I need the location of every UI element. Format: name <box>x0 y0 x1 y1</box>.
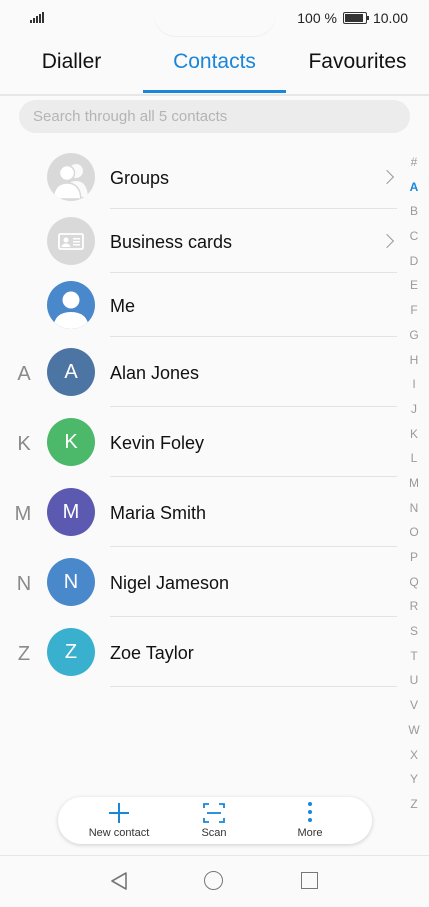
contact-row[interactable]: K K Kevin Foley <box>0 407 400 477</box>
contact-row[interactable]: M M Maria Smith <box>0 477 400 547</box>
section-letter: K <box>17 433 31 455</box>
contact-name: Nigel Jameson <box>110 573 230 593</box>
battery-percent: 100 % <box>297 10 337 26</box>
index-letter[interactable]: G <box>404 323 424 348</box>
tab-dialler[interactable]: Dialler <box>0 50 143 74</box>
index-letter[interactable]: K <box>404 422 424 447</box>
index-letter[interactable]: I <box>404 372 424 397</box>
index-letter[interactable]: H <box>404 348 424 373</box>
more-button[interactable]: More <box>260 797 360 844</box>
contact-avatar: Z <box>47 628 95 676</box>
divider <box>110 272 397 273</box>
contact-avatar: A <box>47 348 95 396</box>
contact-row[interactable]: A A Alan Jones <box>0 337 400 407</box>
index-letter[interactable]: N <box>404 496 424 521</box>
contact-name: Kevin Foley <box>110 433 205 453</box>
index-letter[interactable]: A <box>404 175 424 200</box>
index-letter[interactable]: B <box>404 199 424 224</box>
index-letter[interactable]: J <box>404 397 424 422</box>
status-bar: 100 % 10.00 <box>0 0 429 36</box>
person-icon <box>47 281 95 329</box>
contact-avatar: M <box>47 488 95 536</box>
tab-favourites[interactable]: Favourites <box>286 50 429 74</box>
section-letter: M <box>14 503 32 525</box>
camera-notch <box>154 0 276 36</box>
index-letter[interactable]: P <box>404 545 424 570</box>
scan-button[interactable]: Scan <box>164 797 264 844</box>
contact-row[interactable]: N N Nigel Jameson <box>0 547 400 617</box>
more-label: More <box>297 827 323 839</box>
scan-label: Scan <box>201 827 227 839</box>
signal-icon <box>30 12 44 23</box>
system-nav-bar <box>0 855 429 907</box>
recent-apps-icon[interactable] <box>301 872 318 889</box>
battery-icon <box>342 12 369 24</box>
section-letter: N <box>16 573 32 595</box>
me-label: Me <box>110 296 136 316</box>
index-letter[interactable]: Q <box>404 570 424 595</box>
groups-row[interactable]: Groups <box>0 150 400 209</box>
index-letter[interactable]: # <box>404 150 424 175</box>
index-letter[interactable]: C <box>404 224 424 249</box>
index-letter[interactable]: T <box>404 644 424 669</box>
section-letter: Z <box>17 643 31 665</box>
alphabet-index[interactable]: # A B C D E F G H I J K L M N O P Q R S T U V W X Y Z <box>404 150 424 817</box>
search-input[interactable]: Search through all 5 contacts <box>19 100 410 133</box>
active-tab-indicator <box>143 90 286 93</box>
contact-name: Alan Jones <box>110 363 200 383</box>
index-letter[interactable]: F <box>404 298 424 323</box>
contact-row[interactable]: Z Z Zoe Taylor <box>0 617 400 687</box>
index-letter[interactable]: X <box>404 743 424 768</box>
contact-name: Zoe Taylor <box>110 643 194 663</box>
chevron-right-icon <box>379 169 395 185</box>
index-letter[interactable]: D <box>404 249 424 274</box>
tab-bar: Dialler Contacts Favourites <box>0 44 429 96</box>
index-letter[interactable]: M <box>404 471 424 496</box>
plus-icon <box>107 801 131 830</box>
index-letter[interactable]: Y <box>404 767 424 792</box>
contact-name: Maria Smith <box>110 503 207 523</box>
chevron-right-icon <box>379 233 395 249</box>
scan-icon <box>202 801 226 830</box>
home-icon[interactable] <box>204 871 223 890</box>
bottom-action-bar: New contact Scan More <box>58 797 372 844</box>
section-letter: A <box>17 363 31 385</box>
index-letter[interactable]: V <box>404 693 424 718</box>
new-contact-button[interactable]: New contact <box>69 797 169 844</box>
index-letter[interactable]: Z <box>404 792 424 817</box>
index-letter[interactable]: W <box>404 718 424 743</box>
index-letter[interactable]: L <box>404 446 424 471</box>
index-letter[interactable]: E <box>404 273 424 298</box>
index-letter[interactable]: S <box>404 619 424 644</box>
business-cards-row[interactable]: Business cards <box>0 214 400 273</box>
new-contact-label: New contact <box>88 827 150 839</box>
divider <box>110 686 397 687</box>
tab-contacts[interactable]: Contacts <box>143 50 286 74</box>
index-letter[interactable]: R <box>404 594 424 619</box>
contact-avatar: K <box>47 418 95 466</box>
more-vertical-icon <box>298 801 322 830</box>
groups-icon <box>47 153 95 201</box>
index-letter[interactable]: O <box>404 520 424 545</box>
back-icon[interactable] <box>110 871 128 896</box>
index-letter[interactable]: U <box>404 668 424 693</box>
contact-avatar: N <box>47 558 95 606</box>
me-row[interactable]: Me <box>0 278 400 337</box>
business-card-icon <box>47 217 95 265</box>
business-cards-label: Business cards <box>110 232 233 252</box>
clock: 10.00 <box>372 10 408 26</box>
divider <box>110 208 397 209</box>
groups-label: Groups <box>110 168 170 188</box>
